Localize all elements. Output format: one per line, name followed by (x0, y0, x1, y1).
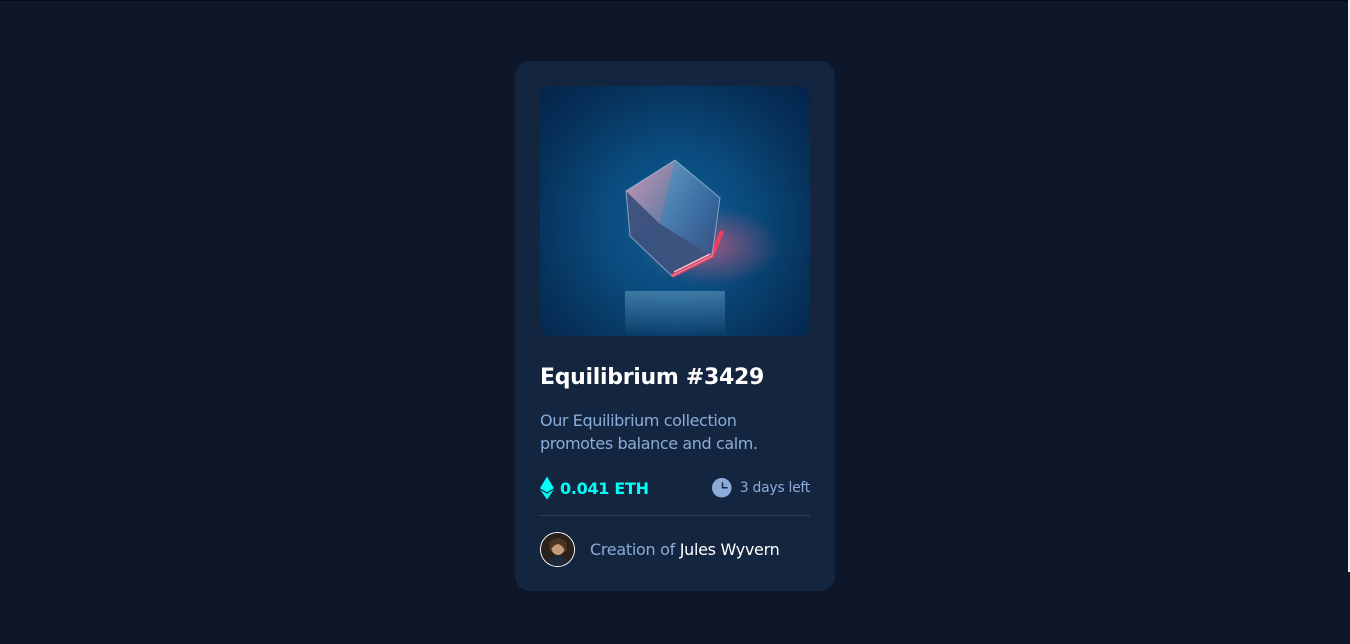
divider (540, 515, 810, 516)
time-left-display: 3 days left (711, 478, 811, 498)
cube-illustration (625, 159, 780, 336)
ethereum-icon (540, 476, 554, 500)
clock-icon (711, 478, 732, 498)
creator-row: Creation of Jules Wyvern (540, 532, 810, 567)
creator-avatar (540, 532, 575, 567)
nft-meta-row: 0.041 ETH 3 days left (540, 475, 810, 501)
time-left-value: 3 days left (739, 480, 811, 496)
creator-name-link[interactable]: Jules Wyvern (680, 540, 780, 559)
nft-preview-card: Equilibrium #3429 Our Equilibrium collec… (515, 61, 835, 591)
nft-title[interactable]: Equilibrium #3429 (540, 365, 810, 391)
nft-image[interactable] (540, 86, 810, 336)
price-display: 0.041 ETH (540, 476, 649, 500)
price-value: 0.041 ETH (560, 478, 649, 498)
top-border (0, 0, 1350, 1)
creator-prefix: Creation of (590, 540, 675, 559)
creator-credit: Creation of Jules Wyvern (590, 540, 780, 559)
nft-description: Our Equilibrium collection promotes bala… (540, 411, 758, 453)
